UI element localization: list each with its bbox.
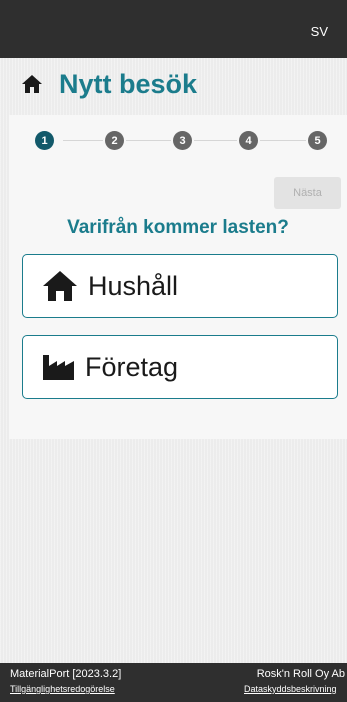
step-connector	[63, 140, 103, 141]
home-icon	[22, 75, 42, 93]
top-bar: SV	[0, 0, 347, 58]
next-button[interactable]: Nästa	[274, 177, 341, 209]
stepper: 1 2 3 4 5	[9, 115, 347, 165]
step-2: 2	[105, 131, 124, 150]
step-connector	[194, 140, 237, 141]
step-1: 1	[35, 131, 54, 150]
company-label: Företag	[85, 351, 179, 382]
step-5: 5	[308, 131, 327, 150]
privacy-link[interactable]: Dataskyddsbeskrivning	[244, 684, 337, 694]
step-connector	[126, 140, 171, 141]
language-selector[interactable]: SV	[311, 24, 328, 39]
question-heading: Varifrån kommer lasten?	[67, 217, 289, 238]
household-label: Hushåll	[88, 270, 179, 301]
step-3: 3	[173, 131, 192, 150]
accessibility-link[interactable]: Tillgänglighetsredogörelse	[10, 684, 115, 694]
factory-icon	[43, 355, 74, 380]
visit-card: 1 2 3 4 5 Nästa Varifrån kommer lasten? …	[9, 115, 347, 439]
company-name: Rosk'n Roll Oy Ab	[256, 668, 345, 680]
home-icon	[43, 271, 77, 301]
step-4: 4	[239, 131, 258, 150]
step-connector	[260, 140, 306, 141]
page-title: Nytt besök	[59, 69, 198, 99]
title-bar: Nytt besök	[0, 58, 347, 108]
household-button[interactable]: Hushåll	[22, 254, 338, 318]
app-version: MaterialPort [2023.3.2]	[10, 668, 122, 680]
footer: MaterialPort [2023.3.2] Rosk'n Roll Oy A…	[0, 663, 347, 702]
company-button[interactable]: Företag	[22, 335, 338, 399]
